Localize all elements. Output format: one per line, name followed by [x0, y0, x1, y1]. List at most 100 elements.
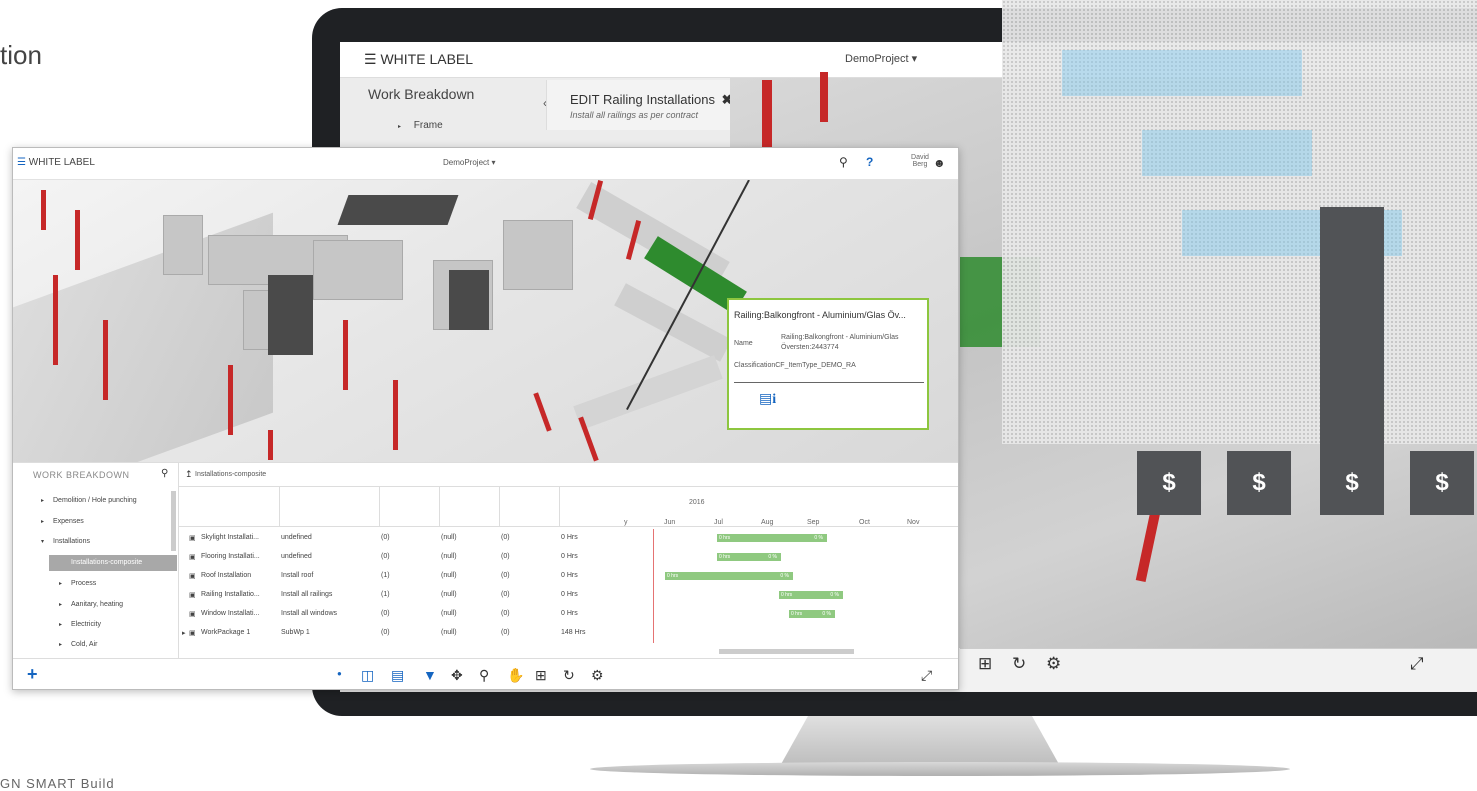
dot-icon[interactable]: ● — [337, 669, 342, 678]
back-app-brand[interactable]: ☰ WHITE LABEL — [364, 51, 473, 68]
gantt-year: 2016 — [689, 499, 705, 506]
building-block — [313, 240, 403, 300]
gantt-bar[interactable]: 0 hrs 0 % — [665, 572, 793, 580]
gantt-bar-end: 0 % — [822, 611, 831, 617]
expand-icon[interactable]: ▸ — [182, 629, 186, 637]
gantt-bar-start: 0 hrs — [781, 592, 793, 598]
gantt-bar[interactable]: 0 hrs 0 % — [789, 610, 835, 618]
red-column — [53, 275, 58, 365]
fullscreen-icon[interactable]: ⤢ — [921, 667, 932, 684]
fullscreen-icon[interactable]: ⤢ — [1410, 654, 1424, 674]
rotate-icon[interactable]: ↻ — [563, 667, 575, 684]
tree-item[interactable]: Installations-composite — [71, 559, 142, 566]
tree-item[interactable]: ▸ Electricity — [59, 621, 101, 628]
briefcase-icon: ▣ — [189, 535, 196, 542]
zoom-icon[interactable]: ⚲ — [479, 667, 489, 684]
tree-item[interactable]: ▸ Cold, Air — [59, 641, 97, 648]
task-desc: SubWp 1 — [281, 629, 310, 636]
tree-item[interactable]: ▾ Installations — [41, 538, 90, 545]
menu-icon[interactable]: ☰ — [17, 157, 26, 168]
task-name: Skylight Installati... — [201, 534, 259, 541]
search-icon[interactable]: ⚲ — [839, 155, 848, 169]
tree-item[interactable]: ▸ Demolition / Hole punching — [41, 497, 137, 504]
crop-icon[interactable]: ⊞ — [535, 667, 547, 684]
horizontal-scrollbar[interactable] — [719, 649, 854, 654]
caret-right-icon: ▸ — [59, 622, 63, 628]
dark-block — [449, 270, 489, 330]
table-row[interactable]: ▸ ▣ WorkPackage 1 SubWp 1 (0) (null) (0)… — [179, 624, 624, 643]
red-column — [75, 210, 80, 270]
gantt-bar-start: 0 hrs — [667, 573, 679, 579]
crop-icon[interactable]: ⊞ — [978, 654, 992, 674]
caret-right-icon: ▸ — [59, 581, 63, 587]
task-name: Railing Installatio... — [201, 591, 260, 598]
gantt-bar[interactable]: 0 hrs 0 % — [717, 534, 827, 542]
gear-icon[interactable]: ⚙ — [1046, 654, 1061, 674]
search-icon[interactable]: ⚲ — [161, 468, 168, 479]
user-first-name: David — [911, 154, 929, 161]
tree-item-label: Installations-composite — [71, 559, 143, 566]
gantt-today-line — [653, 529, 654, 643]
tree-item[interactable]: ▸ Aanitary, heating — [59, 601, 123, 608]
table-row[interactable]: ▣ Railing Installatio... Install all rai… — [179, 586, 624, 605]
column-divider — [559, 487, 560, 527]
table-row[interactable]: ▣ Skylight Installati... undefined (0) (… — [179, 529, 624, 548]
grid-column-header — [179, 487, 958, 527]
front-project-selector[interactable]: DemoProject ▾ — [443, 158, 496, 167]
table-row[interactable]: ▣ Roof Installation Install roof (1) (nu… — [179, 567, 624, 586]
tree-item[interactable]: ▸ Expenses — [41, 518, 84, 525]
page-caption-fragment: GN SMART Build — [0, 776, 115, 791]
task-list-count: (0) — [381, 610, 390, 617]
panel-left-icon[interactable]: ◫ — [361, 667, 374, 684]
gear-icon[interactable]: ⚙ — [591, 667, 604, 684]
front-app-brand[interactable]: ☰ WHITE LABEL — [17, 157, 95, 168]
back-project-selector[interactable]: DemoProject ▾ — [845, 52, 917, 65]
front-app-window: ☰ WHITE LABEL DemoProject ▾ ⚲ ? David Be… — [12, 147, 959, 690]
popup-name-label: Name — [734, 340, 753, 347]
front-brand-label: WHITE LABEL — [28, 157, 95, 168]
briefcase-icon: ▣ — [189, 554, 196, 561]
scrollbar-thumb[interactable] — [171, 491, 176, 551]
briefcase-icon: ▣ — [189, 630, 196, 637]
dollar-tile: $ — [1410, 451, 1474, 515]
column-divider — [379, 487, 380, 527]
menu-icon[interactable]: ☰ — [364, 51, 377, 67]
gantt-bar[interactable]: 0 hrs 0 % — [779, 591, 843, 599]
gantt-bar-end: 0 % — [780, 573, 789, 579]
rotate-icon[interactable]: ↻ — [1012, 654, 1026, 674]
popup-divider — [734, 382, 924, 383]
gantt-month: Aug — [761, 519, 774, 526]
user-icon[interactable]: ☻ — [933, 156, 946, 170]
task-list-count: (0) — [381, 534, 390, 541]
edit-panel-title: EDIT Railing Installations ✖ — [570, 92, 733, 108]
popup-title: Railing:Balkongfront - Aluminium/Glas Öv… — [734, 310, 906, 320]
task-deps: (0) — [501, 534, 510, 541]
task-resource: (null) — [441, 553, 457, 560]
edit-title-text: EDIT Railing Installations — [570, 92, 715, 107]
gantt-bar[interactable]: 0 hrs 0 % — [717, 553, 781, 561]
tree-item-label: Electricity — [71, 621, 101, 628]
caret-right-icon: ▸ — [41, 519, 45, 525]
table-row[interactable]: ▣ Window Installati... Install all windo… — [179, 605, 624, 624]
gantt-bar-end: 0 % — [830, 592, 839, 598]
gantt-bar-start: 0 hrs — [719, 554, 731, 560]
document-icon[interactable]: ▤i — [759, 390, 776, 408]
back-tree-item-frame[interactable]: ▸ Frame — [398, 120, 443, 131]
dark-canopy — [337, 195, 459, 225]
monitor-base — [590, 762, 1290, 776]
caret-right-icon: ▸ — [59, 642, 63, 648]
task-hours: 0 Hrs — [561, 553, 578, 560]
user-menu[interactable]: David Berg — [905, 154, 935, 168]
pan-hand-icon[interactable]: ✋ — [507, 667, 524, 684]
level-up-icon[interactable]: ↥ — [185, 469, 193, 480]
panel-bottom-icon[interactable]: ▤ — [391, 667, 404, 684]
table-row[interactable]: ▣ Flooring Installati... undefined (0) (… — [179, 548, 624, 567]
task-name: Roof Installation — [201, 572, 252, 579]
add-icon[interactable]: + — [27, 664, 38, 685]
filter-icon[interactable]: ▼ — [423, 667, 437, 683]
back-work-breakdown-title: Work Breakdown — [368, 86, 475, 102]
move-icon[interactable]: ✥ — [451, 667, 463, 684]
task-resource: (null) — [441, 572, 457, 579]
help-icon[interactable]: ? — [866, 155, 873, 169]
tree-item[interactable]: ▸ Process — [59, 580, 96, 587]
